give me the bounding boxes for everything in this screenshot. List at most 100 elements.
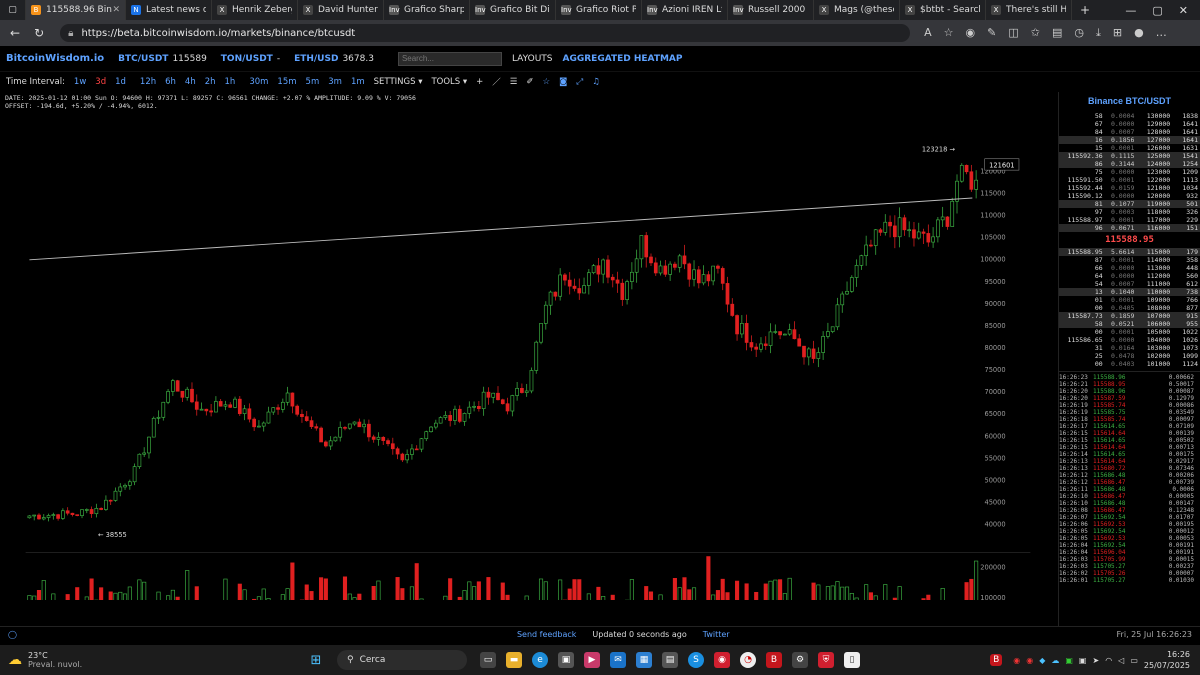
- taskbar-clock[interactable]: 16:26 25/07/2025: [1144, 649, 1190, 671]
- browser-tab[interactable]: B 115588.96 Bin ✕: [26, 0, 126, 20]
- interval-12h[interactable]: 12h: [140, 77, 156, 87]
- ask-row[interactable]: 115592.44 0.0159 121000 1034: [1059, 184, 1200, 192]
- bid-row[interactable]: 00 0.0403 101000 1124: [1059, 360, 1200, 368]
- minimize-icon[interactable]: —: [1125, 4, 1136, 17]
- alert-icon[interactable]: ♫: [592, 77, 600, 87]
- interval-3d[interactable]: 3d: [95, 77, 106, 87]
- apps-icon[interactable]: ⊞: [1113, 26, 1122, 40]
- settings-menu[interactable]: SETTINGS ▾: [374, 77, 423, 87]
- tray-app2-icon[interactable]: ◉: [1026, 656, 1033, 665]
- task-view-icon[interactable]: ▭: [480, 652, 496, 668]
- fullscreen-icon[interactable]: ⤢: [576, 77, 583, 87]
- download-icon[interactable]: ⤓: [1096, 26, 1101, 40]
- hlines-icon[interactable]: ☰: [510, 77, 518, 87]
- brush-icon[interactable]: ✐: [526, 77, 533, 87]
- tray-arrow-icon[interactable]: ➤: [1092, 656, 1099, 665]
- back-icon[interactable]: ←: [10, 26, 20, 40]
- maximize-icon[interactable]: ▢: [1152, 4, 1162, 17]
- interval-15m[interactable]: 15m: [277, 77, 296, 87]
- bid-row[interactable]: 13 0.1040 110000 738: [1059, 288, 1200, 296]
- tray-app4-icon[interactable]: ☁: [1051, 656, 1059, 665]
- bid-row[interactable]: 87 0.0001 114000 358: [1059, 256, 1200, 264]
- tools-menu[interactable]: TOOLS ▾: [431, 77, 467, 87]
- interval-1w[interactable]: 1w: [74, 77, 86, 87]
- extension-icon[interactable]: ◉: [966, 26, 976, 40]
- more-icon[interactable]: …: [1156, 26, 1167, 40]
- tab-close-icon[interactable]: ✕: [112, 5, 120, 15]
- url-field[interactable]: 🔒︎ https://beta.bitcoinwisdom.io/markets…: [60, 24, 911, 42]
- ask-row[interactable]: 97 0.0003 118000 326: [1059, 208, 1200, 216]
- market-search-input[interactable]: [397, 51, 502, 66]
- interval-30m[interactable]: 30m: [249, 77, 268, 87]
- interval-3m[interactable]: 3m: [328, 77, 342, 87]
- volume-icon[interactable]: ◁: [1118, 656, 1124, 665]
- media-icon[interactable]: ▶: [584, 652, 600, 668]
- skype-icon[interactable]: S: [688, 652, 704, 668]
- collections-icon[interactable]: ▤: [1052, 26, 1062, 40]
- ask-row[interactable]: 115591.50 0.0001 122000 1113: [1059, 176, 1200, 184]
- shield-icon[interactable]: ⛨: [818, 652, 834, 668]
- interval-1h[interactable]: 1h: [225, 77, 236, 87]
- settings-gear-icon[interactable]: ⚙: [792, 652, 808, 668]
- read-aloud-icon[interactable]: A: [924, 26, 932, 40]
- b-app-icon[interactable]: B: [766, 652, 782, 668]
- refresh-icon[interactable]: ↻: [34, 26, 44, 40]
- pair-btcusdt[interactable]: BTC/USDT: [118, 54, 168, 64]
- browser-tab[interactable]: X David Hunter: [298, 0, 384, 20]
- file-explorer-icon[interactable]: ▬: [506, 652, 522, 668]
- wifi-icon[interactable]: ◠: [1105, 656, 1112, 665]
- taskbar-search[interactable]: ⚲ Cerca: [337, 650, 467, 670]
- interval-6h[interactable]: 6h: [165, 77, 176, 87]
- interval-2h[interactable]: 2h: [205, 77, 216, 87]
- interval-1m[interactable]: 1m: [351, 77, 365, 87]
- layouts-menu[interactable]: LAYOUTS: [512, 54, 553, 64]
- pair-tonusdt[interactable]: TON/USDT: [221, 54, 273, 64]
- tray-app6-icon[interactable]: ▣: [1079, 656, 1087, 665]
- pen-icon[interactable]: ✎: [987, 26, 996, 40]
- aggregated-heatmap-link[interactable]: AGGREGATED HEATMAP: [563, 54, 683, 64]
- ask-row[interactable]: 115592.36 0.1115 125000 1541: [1059, 152, 1200, 160]
- ask-row[interactable]: 86 0.3144 124000 1254: [1059, 160, 1200, 168]
- start-icon[interactable]: ⊞: [308, 652, 324, 668]
- browser-tab[interactable]: Inv Grafico Sharpl: [384, 0, 470, 20]
- weather-widget[interactable]: ☁ 23°C Preval. nuvol.: [0, 651, 200, 669]
- edge-icon[interactable]: e: [532, 652, 548, 668]
- ask-row[interactable]: 67 0.0000 129000 1641: [1059, 120, 1200, 128]
- bid-row[interactable]: 00 0.0001 105000 1022: [1059, 328, 1200, 336]
- ask-row[interactable]: 84 0.0007 128000 1641: [1059, 128, 1200, 136]
- interval-1d[interactable]: 1d: [115, 77, 126, 87]
- browser-tab[interactable]: X Mags (@thesc: [814, 0, 900, 20]
- browser-tab[interactable]: X $btbt - Search: [900, 0, 986, 20]
- document-icon[interactable]: ▯: [844, 652, 860, 668]
- bid-row[interactable]: 58 0.0521 106000 955: [1059, 320, 1200, 328]
- tray-app3-icon[interactable]: ◆: [1039, 656, 1045, 665]
- browser-tab[interactable]: X There's still H: [986, 0, 1072, 20]
- bid-row[interactable]: 25 0.0478 102000 1099: [1059, 352, 1200, 360]
- bid-row[interactable]: 115588.95 5.6614 115000 179: [1059, 248, 1200, 256]
- ask-row[interactable]: 96 0.0671 116000 151: [1059, 224, 1200, 232]
- battery-icon[interactable]: ▭: [1130, 656, 1138, 665]
- ask-row[interactable]: 115590.12 0.0000 120000 932: [1059, 192, 1200, 200]
- bid-row[interactable]: 01 0.0001 109000 766: [1059, 296, 1200, 304]
- clock-app-icon[interactable]: ◔: [740, 652, 756, 668]
- browser-tab[interactable]: Inv Azioni IREN Lt: [642, 0, 728, 20]
- bid-row[interactable]: 00 0.0405 108000 877: [1059, 304, 1200, 312]
- bid-row[interactable]: 31 0.0164 103000 1073: [1059, 344, 1200, 352]
- browser-tab[interactable]: Inv Grafico Riot Pl: [556, 0, 642, 20]
- bid-row[interactable]: 115586.65 0.0000 104000 1026: [1059, 336, 1200, 344]
- browser-tab[interactable]: N Latest news o: [126, 0, 212, 20]
- logo[interactable]: BitcoinWisdom.io: [6, 53, 104, 64]
- crosshair-icon[interactable]: +: [476, 77, 483, 87]
- red-app-icon[interactable]: ◉: [714, 652, 730, 668]
- tray-b-icon[interactable]: B: [990, 654, 1003, 666]
- bid-row[interactable]: 64 0.0000 112000 560: [1059, 272, 1200, 280]
- tab-actions[interactable]: ▢: [0, 0, 26, 20]
- bid-row[interactable]: 54 0.0007 111000 612: [1059, 280, 1200, 288]
- calendar-icon[interactable]: ▦: [636, 652, 652, 668]
- favorites-icon[interactable]: ✩: [1031, 26, 1040, 40]
- twitter-link[interactable]: Twitter: [703, 630, 730, 639]
- ask-row[interactable]: 81 0.1077 119000 501: [1059, 200, 1200, 208]
- interval-4h[interactable]: 4h: [185, 77, 196, 87]
- browser-tab[interactable]: Inv Grafico Bit Dig: [470, 0, 556, 20]
- history-icon[interactable]: ◷: [1074, 26, 1084, 40]
